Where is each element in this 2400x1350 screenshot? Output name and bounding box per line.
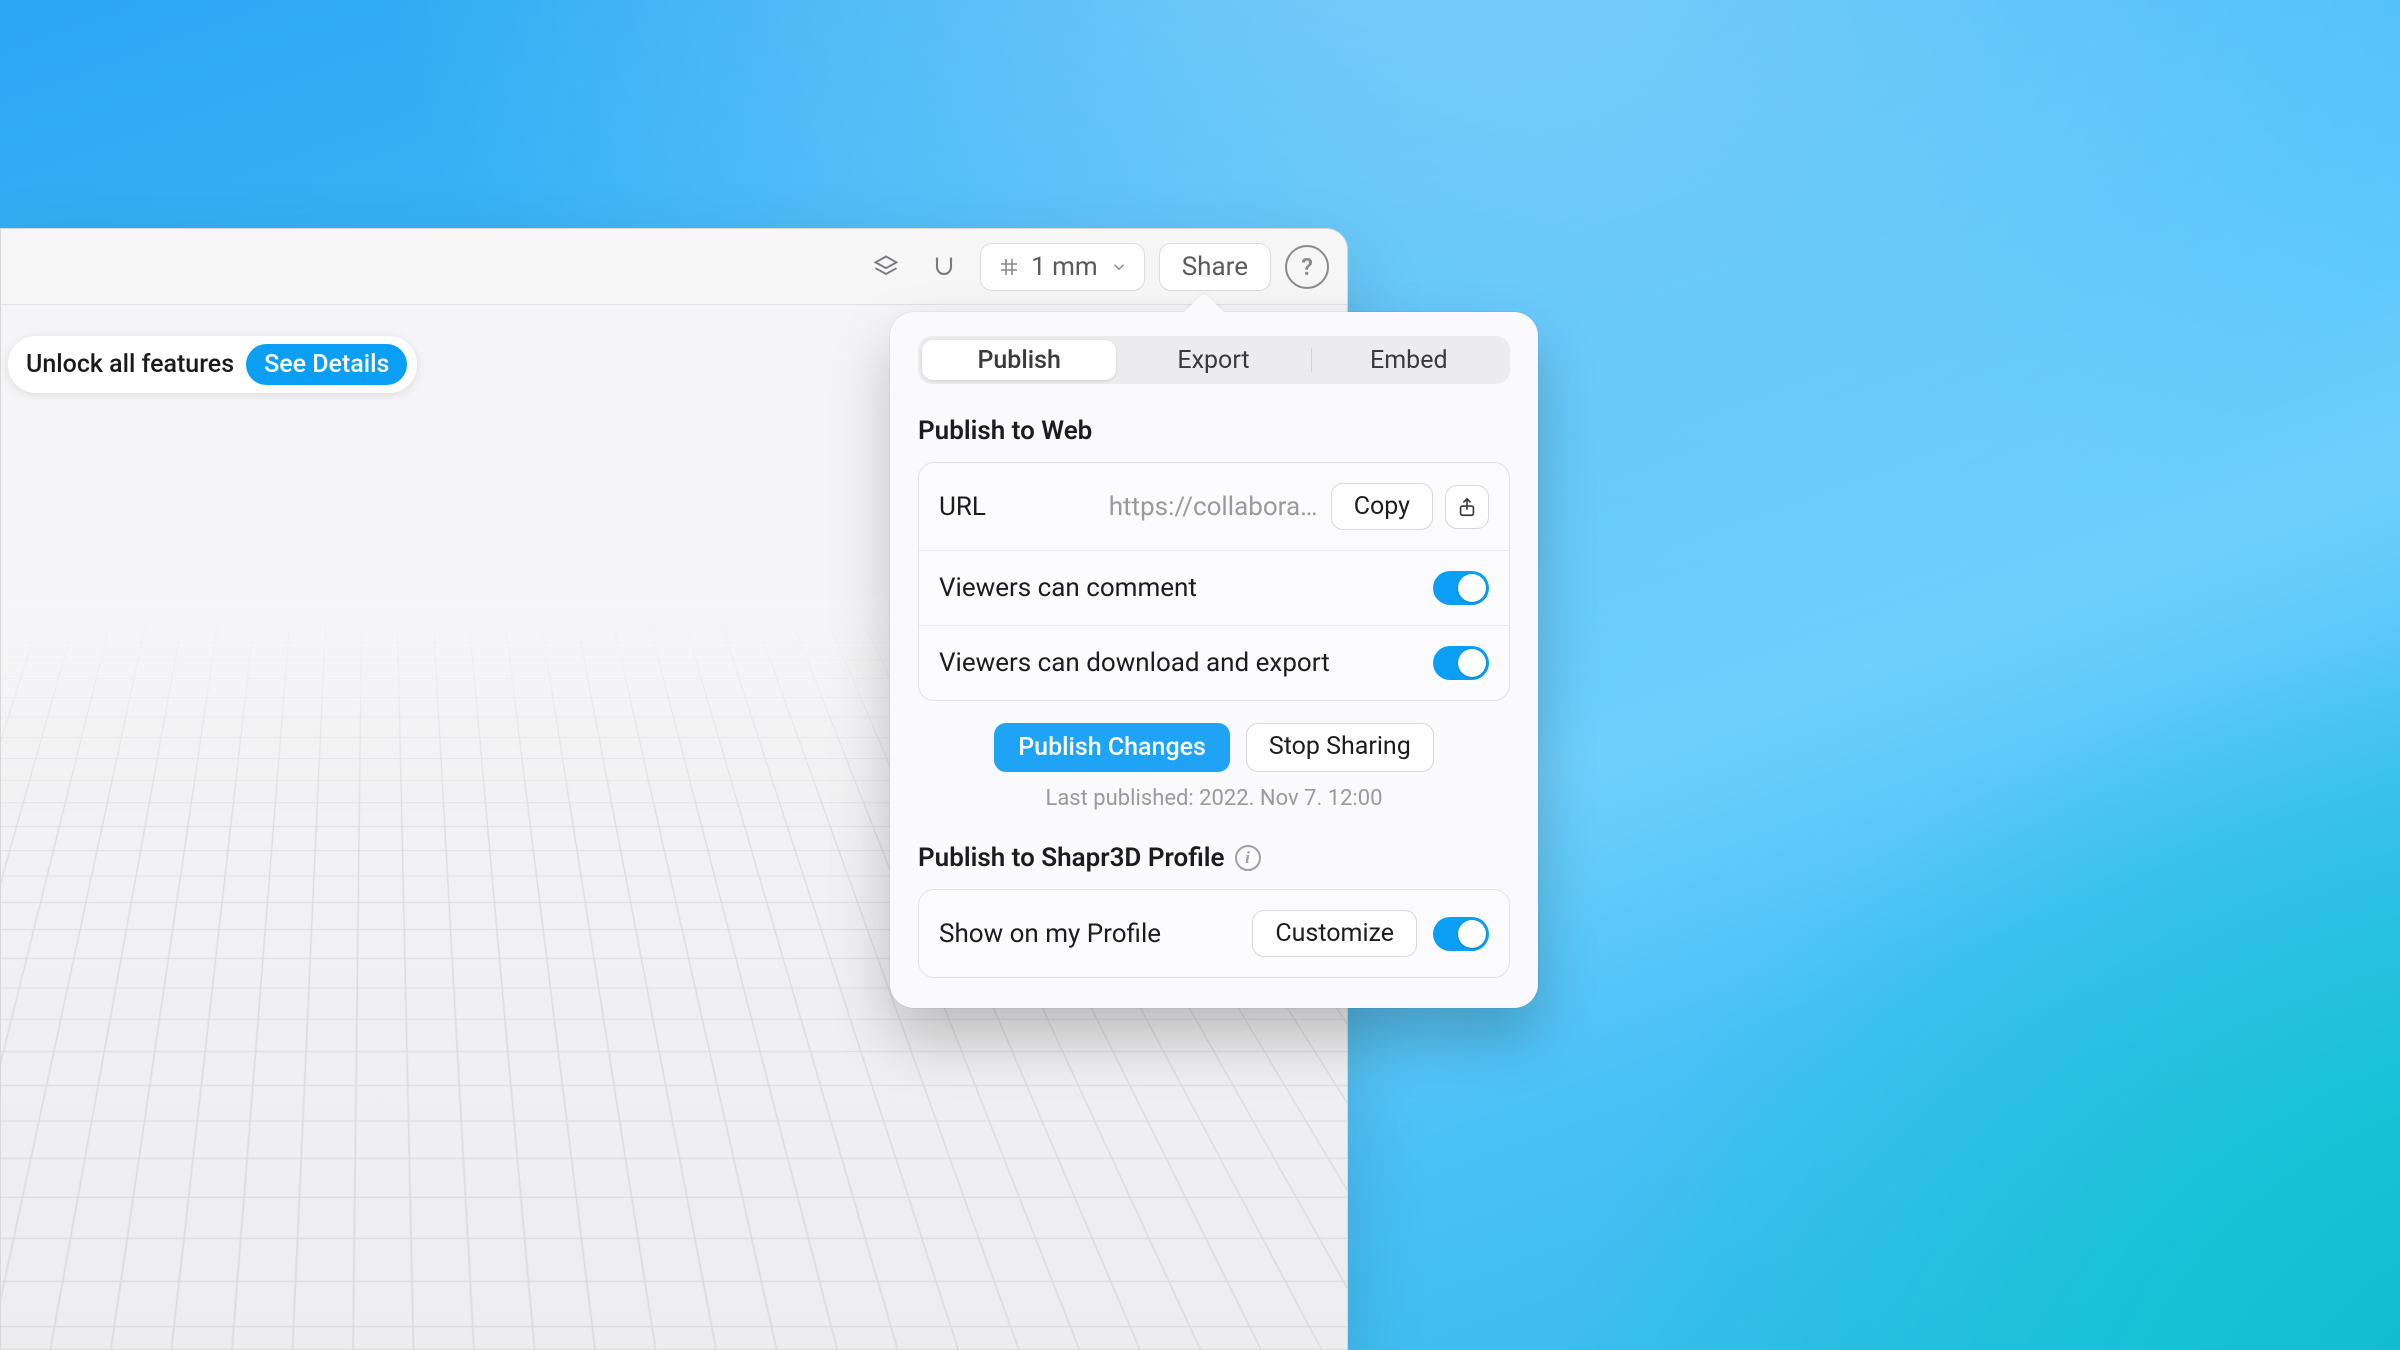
share-popover: Publish Export Embed Publish to Web URL … [890, 312, 1538, 1008]
tab-embed[interactable]: Embed [1312, 340, 1506, 380]
tab-export[interactable]: Export [1116, 340, 1310, 380]
grid-size-value: 1 mm [1031, 252, 1098, 282]
grid-size-selector[interactable]: 1 mm [980, 243, 1145, 291]
url-label: URL [939, 492, 986, 522]
see-details-button[interactable]: See Details [246, 344, 407, 385]
viewers-download-label: Viewers can download and export [939, 648, 1330, 678]
show-profile-row: Show on my Profile Customize [919, 890, 1509, 977]
publish-changes-button[interactable]: Publish Changes [994, 723, 1230, 772]
url-value: https://collaborat… [1109, 492, 1319, 522]
publish-profile-title: Publish to Shapr3D Profile i [918, 843, 1510, 873]
info-icon[interactable]: i [1235, 845, 1261, 871]
unlock-banner: Unlock all features See Details [8, 336, 417, 393]
chevron-down-icon [1110, 258, 1128, 276]
help-button[interactable]: ? [1285, 245, 1329, 289]
url-row: URL https://collaborat… Copy [919, 463, 1509, 550]
grid-icon [997, 255, 1021, 279]
viewers-comment-row: Viewers can comment [919, 550, 1509, 625]
share-link-button[interactable] [1445, 485, 1489, 529]
publish-actions: Publish Changes Stop Sharing [918, 723, 1510, 772]
last-published-text: Last published: 2022. Nov 7. 12:00 [918, 786, 1510, 811]
viewers-comment-label: Viewers can comment [939, 573, 1197, 603]
layers-icon[interactable] [864, 245, 908, 289]
publish-web-card: URL https://collaborat… Copy Viewers can… [918, 462, 1510, 701]
question-icon: ? [1301, 253, 1313, 281]
customize-button[interactable]: Customize [1252, 910, 1417, 957]
copy-button[interactable]: Copy [1331, 483, 1433, 530]
publish-web-title: Publish to Web [918, 416, 1510, 446]
viewers-comment-toggle[interactable] [1433, 571, 1489, 605]
publish-profile-card: Show on my Profile Customize [918, 889, 1510, 978]
share-button[interactable]: Share [1159, 243, 1271, 291]
top-toolbar: 1 mm Share ? [1, 229, 1347, 305]
share-tabs: Publish Export Embed [918, 336, 1510, 384]
share-label: Share [1182, 252, 1248, 282]
magnet-icon[interactable] [922, 245, 966, 289]
show-profile-label: Show on my Profile [939, 919, 1161, 949]
tab-publish[interactable]: Publish [922, 340, 1116, 380]
share-icon [1456, 496, 1478, 518]
show-profile-toggle[interactable] [1433, 917, 1489, 951]
stop-sharing-button[interactable]: Stop Sharing [1246, 723, 1434, 772]
unlock-text: Unlock all features [26, 350, 234, 379]
viewers-download-toggle[interactable] [1433, 646, 1489, 680]
viewers-download-row: Viewers can download and export [919, 625, 1509, 700]
